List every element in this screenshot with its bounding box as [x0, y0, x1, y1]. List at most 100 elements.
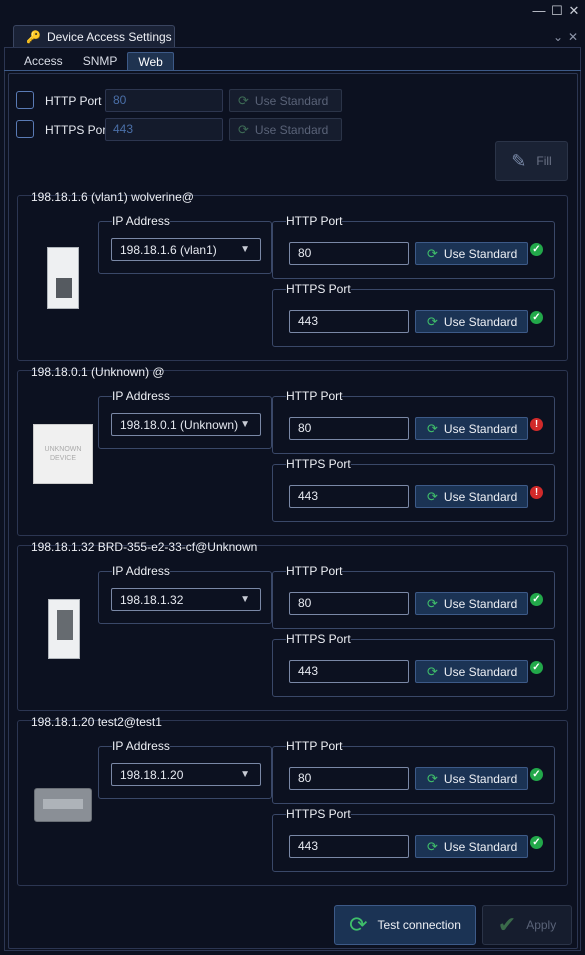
checkmark-icon: ✔ — [497, 912, 517, 937]
ip-address-value: 198.18.1.20 — [120, 767, 184, 782]
http-port-label: HTTP Port — [286, 564, 343, 578]
fill-label: Fill — [536, 154, 552, 168]
apply-button[interactable]: ✔ Apply — [482, 905, 572, 945]
https-port-label: HTTPS Port — [45, 123, 110, 137]
http-port-group: HTTP Port 80 ⟳ Use Standard ✓ — [272, 564, 555, 629]
http-port-input[interactable]: 80 — [289, 417, 409, 440]
key-icon: 🔑 — [26, 30, 41, 44]
ok-status-icon: ✓ — [530, 768, 543, 781]
ok-status-icon: ✓ — [530, 243, 543, 256]
global-https-port-input[interactable]: 443 — [105, 118, 223, 141]
https-port-input[interactable]: 443 — [289, 660, 409, 683]
https-port-group: HTTPS Port 443 ⟳ Use Standard ✓ — [272, 632, 555, 697]
https-port-input[interactable]: 443 — [289, 835, 409, 858]
device-card: 198.18.1.20 test2@test1 IP Address 198.1… — [17, 715, 568, 886]
http-port-label: HTTP Port — [286, 389, 343, 403]
device-card: 198.18.1.6 (vlan1) wolverine@ IP Address… — [17, 190, 568, 361]
error-status-icon: ! — [530, 486, 543, 499]
ok-status-icon: ✓ — [530, 593, 543, 606]
ip-address-value: 198.18.1.6 (vlan1) — [120, 242, 217, 257]
https-port-group: HTTPS Port 443 ⟳ Use Standard ! — [272, 457, 555, 522]
test-connection-label: Test connection — [377, 918, 461, 932]
tab-device-access-settings[interactable]: 🔑 Device Access Settings — [13, 25, 175, 48]
ok-status-icon: ✓ — [530, 311, 543, 324]
http-use-standard-button[interactable]: ⟳ Use Standard — [415, 242, 528, 265]
ip-address-select[interactable]: 198.18.1.20 ▼ — [111, 763, 261, 786]
device-title: 198.18.0.1 (Unknown) @ — [31, 365, 165, 379]
sub-tabs: Access SNMP Web — [14, 52, 174, 70]
use-standard-label: Use Standard — [443, 771, 518, 786]
http-port-input[interactable]: 80 — [289, 592, 409, 615]
ip-address-group: IP Address 198.18.1.20 ▼ — [98, 739, 272, 799]
paint-bucket-icon: ✎ — [511, 150, 527, 171]
https-use-standard-button[interactable]: ⟳ Use Standard — [415, 485, 528, 508]
device-title: 198.18.1.20 test2@test1 — [31, 715, 162, 729]
https-port-label: HTTPS Port — [286, 807, 351, 821]
refresh-icon: ⟳ — [238, 92, 249, 108]
https-port-input[interactable]: 443 — [289, 310, 409, 333]
device-title: 198.18.1.32 BRD-355-e2-33-cf@Unknown — [31, 540, 258, 554]
https-port-checkbox[interactable] — [16, 120, 34, 138]
device-image — [48, 599, 80, 659]
http-port-label: HTTP Port — [45, 94, 102, 108]
maximize-icon[interactable]: ☐ — [550, 4, 564, 18]
fill-button[interactable]: ✎ Fill — [495, 141, 568, 181]
refresh-icon: ⟳ — [427, 313, 438, 329]
tab-snmp[interactable]: SNMP — [73, 52, 128, 70]
https-port-label: HTTPS Port — [286, 457, 351, 471]
device-image — [34, 788, 92, 822]
https-port-input[interactable]: 443 — [289, 485, 409, 508]
https-port-label: HTTPS Port — [286, 632, 351, 646]
https-use-standard-button[interactable]: ⟳ Use Standard — [415, 310, 528, 333]
https-port-label: HTTPS Port — [286, 282, 351, 296]
global-http-use-standard-button[interactable]: ⟳ Use Standard — [229, 89, 342, 112]
refresh-icon: ⟳ — [427, 245, 438, 261]
chevron-down-icon: ▼ — [240, 419, 250, 430]
chevron-down-icon: ▼ — [240, 769, 250, 780]
http-use-standard-button[interactable]: ⟳ Use Standard — [415, 417, 528, 440]
http-port-checkbox[interactable] — [16, 91, 34, 109]
use-standard-label: Use Standard — [443, 596, 518, 611]
ip-address-group: IP Address 198.18.1.32 ▼ — [98, 564, 272, 624]
global-https-use-standard-button[interactable]: ⟳ Use Standard — [229, 118, 342, 141]
ip-address-select[interactable]: 198.18.0.1 (Unknown) ▼ — [111, 413, 261, 436]
ip-address-group: IP Address 198.18.0.1 (Unknown) ▼ — [98, 389, 272, 449]
ip-address-value: 198.18.0.1 (Unknown) — [120, 417, 239, 432]
http-port-input[interactable]: 80 — [289, 767, 409, 790]
apply-label: Apply — [526, 918, 557, 932]
refresh-icon: ⟳ — [427, 663, 438, 679]
ip-address-label: IP Address — [112, 389, 170, 403]
use-standard-label: Use Standard — [443, 489, 518, 504]
http-port-input[interactable]: 80 — [289, 242, 409, 265]
chevron-down-icon: ▼ — [240, 594, 250, 605]
ip-address-label: IP Address — [112, 739, 170, 753]
minimize-icon[interactable]: — — [532, 4, 546, 18]
https-use-standard-button[interactable]: ⟳ Use Standard — [415, 835, 528, 858]
ip-address-value: 198.18.1.32 — [120, 592, 184, 607]
ip-address-label: IP Address — [112, 564, 170, 578]
tab-divider — [4, 70, 581, 71]
test-connection-button[interactable]: ⟳ Test connection — [334, 905, 476, 945]
ip-address-select[interactable]: 198.18.1.6 (vlan1) ▼ — [111, 238, 261, 261]
refresh-icon: ⟳ — [427, 838, 438, 854]
chevron-down-icon[interactable]: ⌄ — [553, 30, 563, 44]
use-standard-label: Use Standard — [443, 839, 518, 854]
tab-access[interactable]: Access — [14, 52, 73, 70]
refresh-icon: ⟳ — [427, 420, 438, 436]
close-icon[interactable]: ✕ — [567, 4, 581, 18]
doc-tab-title: Device Access Settings — [46, 30, 172, 44]
tab-web[interactable]: Web — [127, 52, 174, 70]
unknown-device-image: UNKNOWN DEVICE — [33, 424, 93, 484]
ip-address-select[interactable]: 198.18.1.32 ▼ — [111, 588, 261, 611]
https-use-standard-button[interactable]: ⟳ Use Standard — [415, 660, 528, 683]
ok-status-icon: ✓ — [530, 836, 543, 849]
chevron-down-icon: ▼ — [240, 244, 250, 255]
close-panel-icon[interactable]: ✕ — [568, 30, 578, 44]
http-port-group: HTTP Port 80 ⟳ Use Standard ! — [272, 389, 555, 454]
http-use-standard-button[interactable]: ⟳ Use Standard — [415, 592, 528, 615]
refresh-icon: ⟳ — [427, 770, 438, 786]
http-use-standard-button[interactable]: ⟳ Use Standard — [415, 767, 528, 790]
ip-address-group: IP Address 198.18.1.6 (vlan1) ▼ — [98, 214, 272, 274]
global-http-port-input[interactable]: 80 — [105, 89, 223, 112]
http-port-label: HTTP Port — [286, 739, 343, 753]
